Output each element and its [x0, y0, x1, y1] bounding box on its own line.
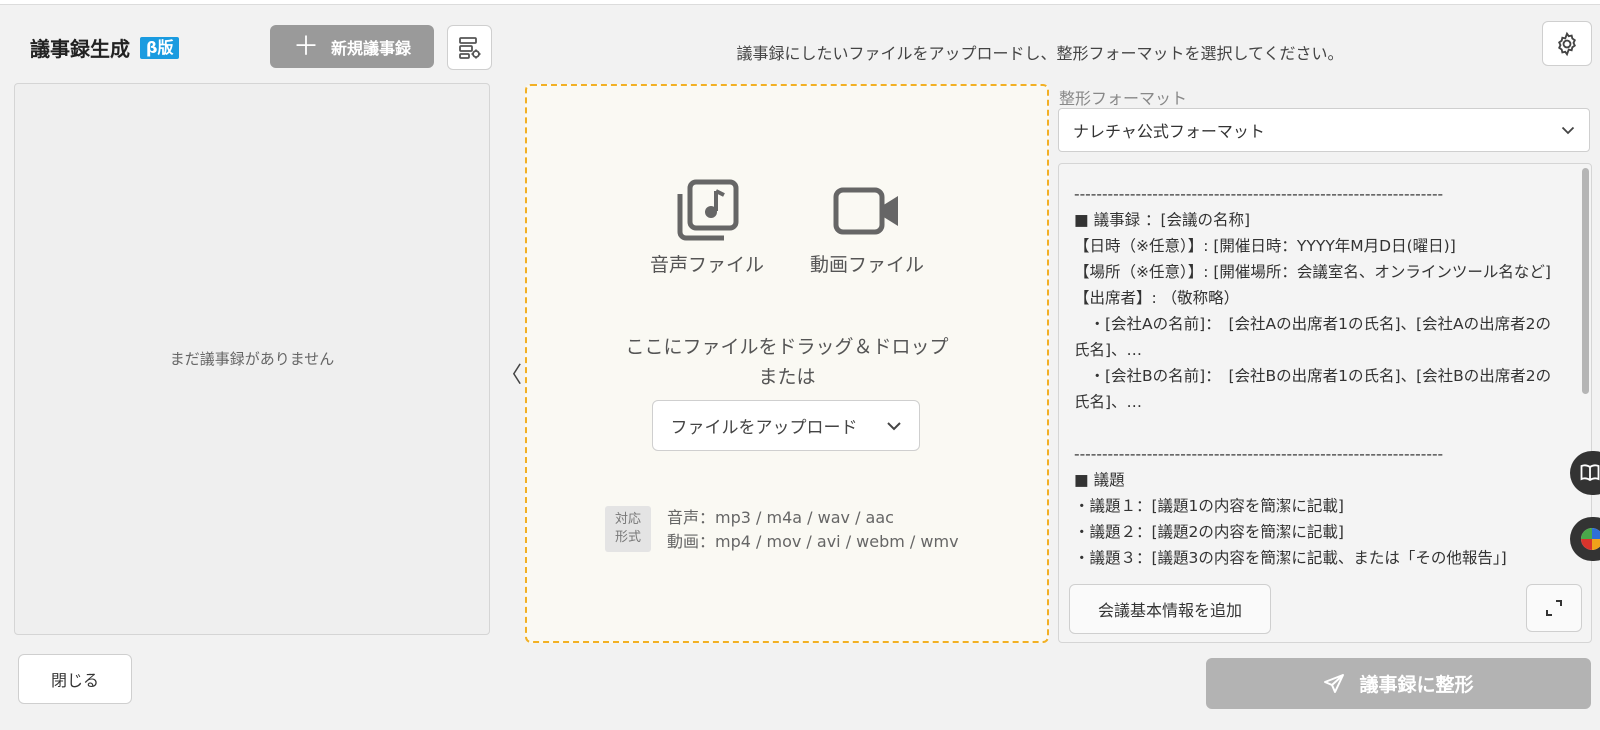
preview-line: ■ 議事録 ：[会議の名称]: [1074, 211, 1251, 229]
format-preview-text: ----------------------------------------…: [1074, 181, 1556, 571]
settings-button[interactable]: [1542, 21, 1592, 66]
preview-line: ・議題１：[議題1の内容を簡潔に記載]: [1074, 497, 1344, 515]
preview-line: ・議題２：[議題2の内容を簡潔に記載]: [1074, 523, 1344, 541]
preview-line: ----------------------------------------…: [1074, 185, 1444, 203]
drop-or-text: または: [758, 366, 816, 388]
new-minutes-button[interactable]: ＋ 新規議事録: [270, 25, 434, 68]
supported-formats-label: 対応 形式: [605, 506, 651, 552]
empty-list-message: まだ議事録がありません: [169, 349, 335, 368]
video-file-label: 動画ファイル: [809, 254, 924, 276]
preview-line: ■ 議題: [1074, 471, 1125, 489]
instruction-text: 議事録にしたいファイルをアップロードし、整形フォーマットを選択してください。: [736, 44, 1344, 63]
video-file-type: 動画ファイル: [802, 178, 932, 277]
video-camera-icon: [833, 187, 898, 235]
chevron-down-icon: [1561, 126, 1575, 134]
format-label: 整形フォーマット: [1059, 89, 1188, 108]
upload-file-button[interactable]: ファイルをアップロード: [652, 400, 920, 451]
preview-line: ----------------------------------------…: [1074, 445, 1444, 463]
format-minutes-label: 議事録に整形: [1359, 674, 1474, 696]
audio-file-type: 音声ファイル: [642, 178, 772, 277]
format-preview[interactable]: ----------------------------------------…: [1058, 163, 1592, 643]
app-window: 議事録生成 β版 ＋ 新規議事録 議事録にしたいファイルをアップロードし、整形フ…: [0, 4, 1600, 730]
audio-file-label: 音声ファイル: [649, 254, 764, 276]
page-title: 議事録生成: [30, 37, 130, 61]
chevron-down-icon: [886, 421, 901, 430]
close-button[interactable]: 閉じる: [18, 654, 132, 704]
preview-line: ​: [1074, 415, 1556, 441]
send-icon: [1324, 673, 1345, 693]
video-formats: 動画：mp4 / mov / avi / webm / wmv: [667, 532, 959, 551]
book-icon: [1580, 464, 1600, 482]
audio-file-icon: [677, 179, 739, 241]
preview-line: ・[会社Bの名前]： [会社Bの出席者1の氏名]、[会社Bの出席者2の氏名]、…: [1074, 367, 1552, 411]
formats-list: 音声：mp3 / m4a / wav / aac 動画：mp4 / mov / …: [667, 506, 959, 554]
add-meeting-info-button[interactable]: 会議基本情報を追加: [1069, 584, 1271, 634]
format-minutes-button[interactable]: 議事録に整形: [1206, 658, 1591, 709]
list-settings-button[interactable]: [447, 25, 492, 70]
minutes-list-panel: まだ議事録がありません: [14, 83, 490, 635]
preview-line: 【日時（※任意）】: [開催日時：YYYY年M月D日(曜日)]: [1074, 237, 1456, 255]
upload-file-label: ファイルをアップロード: [670, 418, 858, 438]
preview-line: 【場所（※任意）】: [開催場所：会議室名、オンラインツール名など]: [1074, 263, 1551, 281]
preview-line: ・[会社Aの名前]： [会社Aの出席者1の氏名]、[会社Aの出席者2の氏名]、…: [1074, 315, 1552, 359]
preview-line: 【出席者】: （敬称略）: [1074, 289, 1240, 307]
supported-formats: 対応 形式 音声：mp3 / m4a / wav / aac 動画：mp4 / m…: [605, 506, 959, 554]
expand-icon: [1546, 600, 1562, 616]
gear-icon: [1558, 31, 1576, 56]
new-minutes-label: 新規議事録: [331, 38, 412, 58]
assistant-logo-icon: [1581, 528, 1600, 550]
list-settings-icon: [458, 36, 480, 59]
audio-formats: 音声：mp3 / m4a / wav / aac: [667, 508, 894, 527]
drop-instruction: ここにファイルをドラッグ＆ドロップ: [625, 336, 949, 358]
beta-badge: β版: [140, 36, 180, 59]
format-select[interactable]: ナレチャ公式フォーマット: [1058, 108, 1590, 152]
page-title-group: 議事録生成 β版: [30, 33, 180, 62]
preview-scrollbar[interactable]: [1582, 168, 1589, 394]
plus-icon: ＋: [292, 31, 319, 62]
preview-line: ・議題３：[議題3の内容を簡潔に記載、または「その他報告」]: [1074, 549, 1507, 567]
collapse-sidebar-icon[interactable]: 〈: [500, 357, 522, 389]
format-selected-value: ナレチャ公式フォーマット: [1073, 122, 1265, 141]
file-drop-zone[interactable]: 音声ファイル 動画ファイル ここにファイルをドラッグ＆ドロップ または ファイル…: [525, 84, 1049, 643]
expand-preview-button[interactable]: [1526, 584, 1582, 632]
